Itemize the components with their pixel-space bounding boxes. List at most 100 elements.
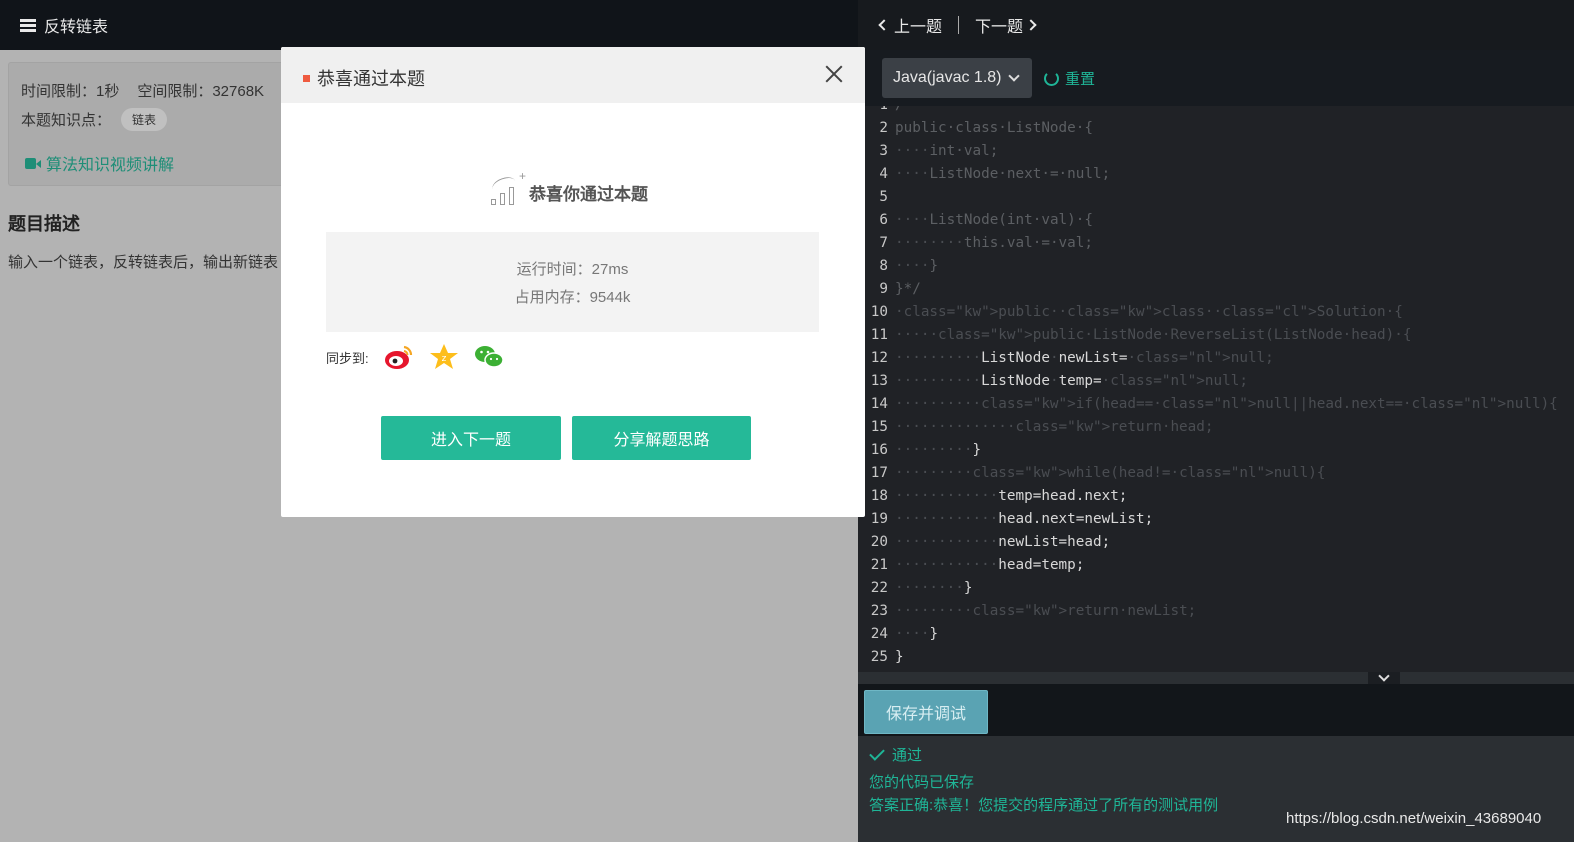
list-icon[interactable] — [20, 18, 36, 32]
code-line[interactable]: 4 ····ListNode·next·=·null; — [858, 163, 1574, 186]
weibo-icon[interactable] — [384, 342, 414, 372]
result-correct-message: 答案正确:恭喜！您提交的程序通过了所有的测试用例 — [869, 797, 1219, 814]
editor-panel: 上一题 下一题 Java(javac 1.8) 重置 1/2public·cla… — [858, 0, 1574, 842]
congrats-heading: + 恭喜你通过本题 — [489, 169, 648, 205]
code-line[interactable]: 7 ········this.val·=·val; — [858, 232, 1574, 255]
language-select[interactable]: Java(javac 1.8) — [882, 58, 1032, 98]
code-text: ·····class="kw">public·ListNode·ReverseL… — [895, 327, 1412, 343]
code-line[interactable]: 1/ — [858, 106, 1574, 117]
code-line[interactable]: 6 ····ListNode(int·val)·{ — [858, 209, 1574, 232]
code-text: public·class·ListNode·{ — [895, 120, 1093, 136]
code-line[interactable]: 19 ············head.next=newList; — [858, 508, 1574, 531]
code-text: ············head.next=newList; — [895, 511, 1154, 527]
code-text: ····} — [895, 626, 939, 642]
memory-usage: 占用内存：9544k — [514, 289, 631, 306]
code-line[interactable]: 15 ··············class="kw">return·head; — [858, 416, 1574, 439]
code-text: ·········class="kw">return·newList; — [895, 603, 1197, 619]
check-icon — [869, 744, 885, 761]
code-text: ····} — [895, 258, 939, 274]
line-number: 22 — [870, 580, 888, 596]
code-text: ····ListNode·next·=·null; — [895, 166, 1111, 182]
code-text: ··········class="kw">if(head==·class="nl… — [895, 396, 1558, 412]
next-question-link[interactable]: 下一题 — [975, 13, 1023, 37]
space-limit: 空间限制：32768K — [137, 83, 265, 100]
code-line[interactable]: 14 ··········class="kw">if(head==·class="… — [858, 393, 1574, 416]
code-editor[interactable]: 1/2public·class·ListNode·{3····int·val;4… — [858, 106, 1574, 672]
code-text: ····ListNode(int·val)·{ — [895, 212, 1093, 228]
reset-button[interactable]: 重置 — [1044, 68, 1095, 89]
line-number: 21 — [870, 557, 888, 573]
code-line[interactable]: 8 ····} — [858, 255, 1574, 278]
video-link-label: 算法知识视频讲解 — [46, 157, 175, 174]
code-text: / — [895, 106, 904, 117]
code-line[interactable]: 18 ············temp=head.next; — [858, 485, 1574, 508]
limits-row: 时间限制：1秒 空间限制：32768K — [21, 80, 264, 101]
line-number: 24 — [870, 626, 888, 642]
knowledge-tag[interactable]: 链表 — [121, 108, 168, 131]
code-line[interactable]: 3 ····int·val; — [858, 140, 1574, 163]
problem-info-box: 时间限制：1秒 空间限制：32768K 本题知识点： 链表 算法知识视频讲解 — [8, 62, 308, 186]
code-text: ·class="kw">public··class="kw">class··cl… — [895, 304, 1403, 320]
code-line[interactable]: 9}*/ — [858, 278, 1574, 301]
code-line[interactable]: 20 ············newList=head; — [858, 531, 1574, 554]
refresh-icon — [1044, 71, 1059, 86]
code-text: ····int·val; — [895, 143, 999, 159]
code-text: ··········ListNode·newList=·class="nl">n… — [895, 350, 1274, 366]
nav-divider — [958, 16, 960, 34]
close-icon[interactable] — [825, 65, 843, 83]
question-nav-links: 上一题 下一题 — [878, 13, 1037, 37]
problem-header: 反转链表 — [0, 0, 858, 50]
code-line[interactable]: 13 ··········ListNode·temp=·class="nl">nu… — [858, 370, 1574, 393]
prev-question-link[interactable]: 上一题 — [894, 13, 942, 37]
code-line[interactable]: 17 ·········class="kw">while(head!=·class… — [858, 462, 1574, 485]
code-line[interactable]: 23 ·········class="kw">return·newList; — [858, 600, 1574, 623]
code-line[interactable]: 11 ·····class="kw">public·ListNode·Revers… — [858, 324, 1574, 347]
editor-scrollbar[interactable] — [858, 672, 1574, 684]
qzone-icon[interactable]: z — [429, 342, 459, 372]
result-saved-message: 您的代码已保存 — [869, 774, 975, 791]
chevron-left-icon — [878, 19, 890, 31]
code-text: }*/ — [895, 281, 921, 297]
knowledge-row: 本题知识点： 链表 — [21, 108, 168, 131]
watermark-url: https://blog.csdn.net/weixin_43689040 — [1286, 810, 1542, 827]
code-line[interactable]: 16 ·········} — [858, 439, 1574, 462]
collapse-editor-button[interactable] — [1368, 670, 1400, 684]
code-text: ·········class="kw">while(head!=·class="… — [895, 465, 1326, 481]
code-text: ········} — [895, 580, 973, 596]
code-text: ············head=temp; — [895, 557, 1085, 573]
code-line[interactable]: 22 ········} — [858, 577, 1574, 600]
description-title: 题目描述 — [8, 214, 80, 234]
code-line[interactable]: 21 ············head=temp; — [858, 554, 1574, 577]
problem-title: 反转链表 — [20, 13, 108, 37]
line-number: 20 — [870, 534, 888, 550]
run-stats: 运行时间：27ms 占用内存：9544k — [326, 232, 819, 332]
share-solution-button[interactable]: 分享解题思路 — [572, 416, 751, 460]
code-line[interactable]: 5 — [858, 186, 1574, 209]
chart-icon: + — [489, 169, 526, 205]
share-sync-row: 同步到: z — [326, 342, 504, 372]
next-question-button[interactable]: 进入下一题 — [381, 416, 561, 460]
code-text: ·········} — [895, 442, 982, 458]
editor-toolbar: Java(javac 1.8) 重置 — [858, 50, 1574, 106]
action-bar: 保存并调试 — [858, 684, 1574, 736]
code-line[interactable]: 24 ····} — [858, 623, 1574, 646]
time-limit: 时间限制：1秒 — [21, 83, 120, 100]
code-text: ··············class="kw">return·head; — [895, 419, 1214, 435]
chevron-down-icon — [1007, 70, 1020, 82]
code-text: } — [895, 649, 904, 665]
code-line[interactable]: 2 public·class·ListNode·{ — [858, 117, 1574, 140]
question-nav: 上一题 下一题 — [858, 0, 1574, 50]
code-line[interactable]: 25} — [858, 646, 1574, 669]
save-and-debug-button[interactable]: 保存并调试 — [864, 690, 988, 734]
chevron-right-icon — [1025, 19, 1037, 31]
code-line[interactable]: 10 ·class="kw">public··class="kw">class··… — [858, 301, 1574, 324]
success-dialog: 恭喜通过本题 + 恭喜你通过本题 运行时间：27ms 占用内存：9544k 同步… — [281, 47, 865, 517]
wechat-icon[interactable] — [474, 342, 504, 372]
code-line[interactable]: 12 ··········ListNode·newList=·class="nl"… — [858, 347, 1574, 370]
problem-title-text: 反转链表 — [44, 19, 109, 36]
sync-label: 同步到: — [326, 350, 369, 366]
chevron-down-icon — [1378, 670, 1390, 682]
dialog-header: 恭喜通过本题 — [281, 47, 865, 103]
congrats-text: 恭喜你通过本题 — [529, 185, 648, 204]
video-explanation-link[interactable]: 算法知识视频讲解 — [25, 151, 174, 175]
